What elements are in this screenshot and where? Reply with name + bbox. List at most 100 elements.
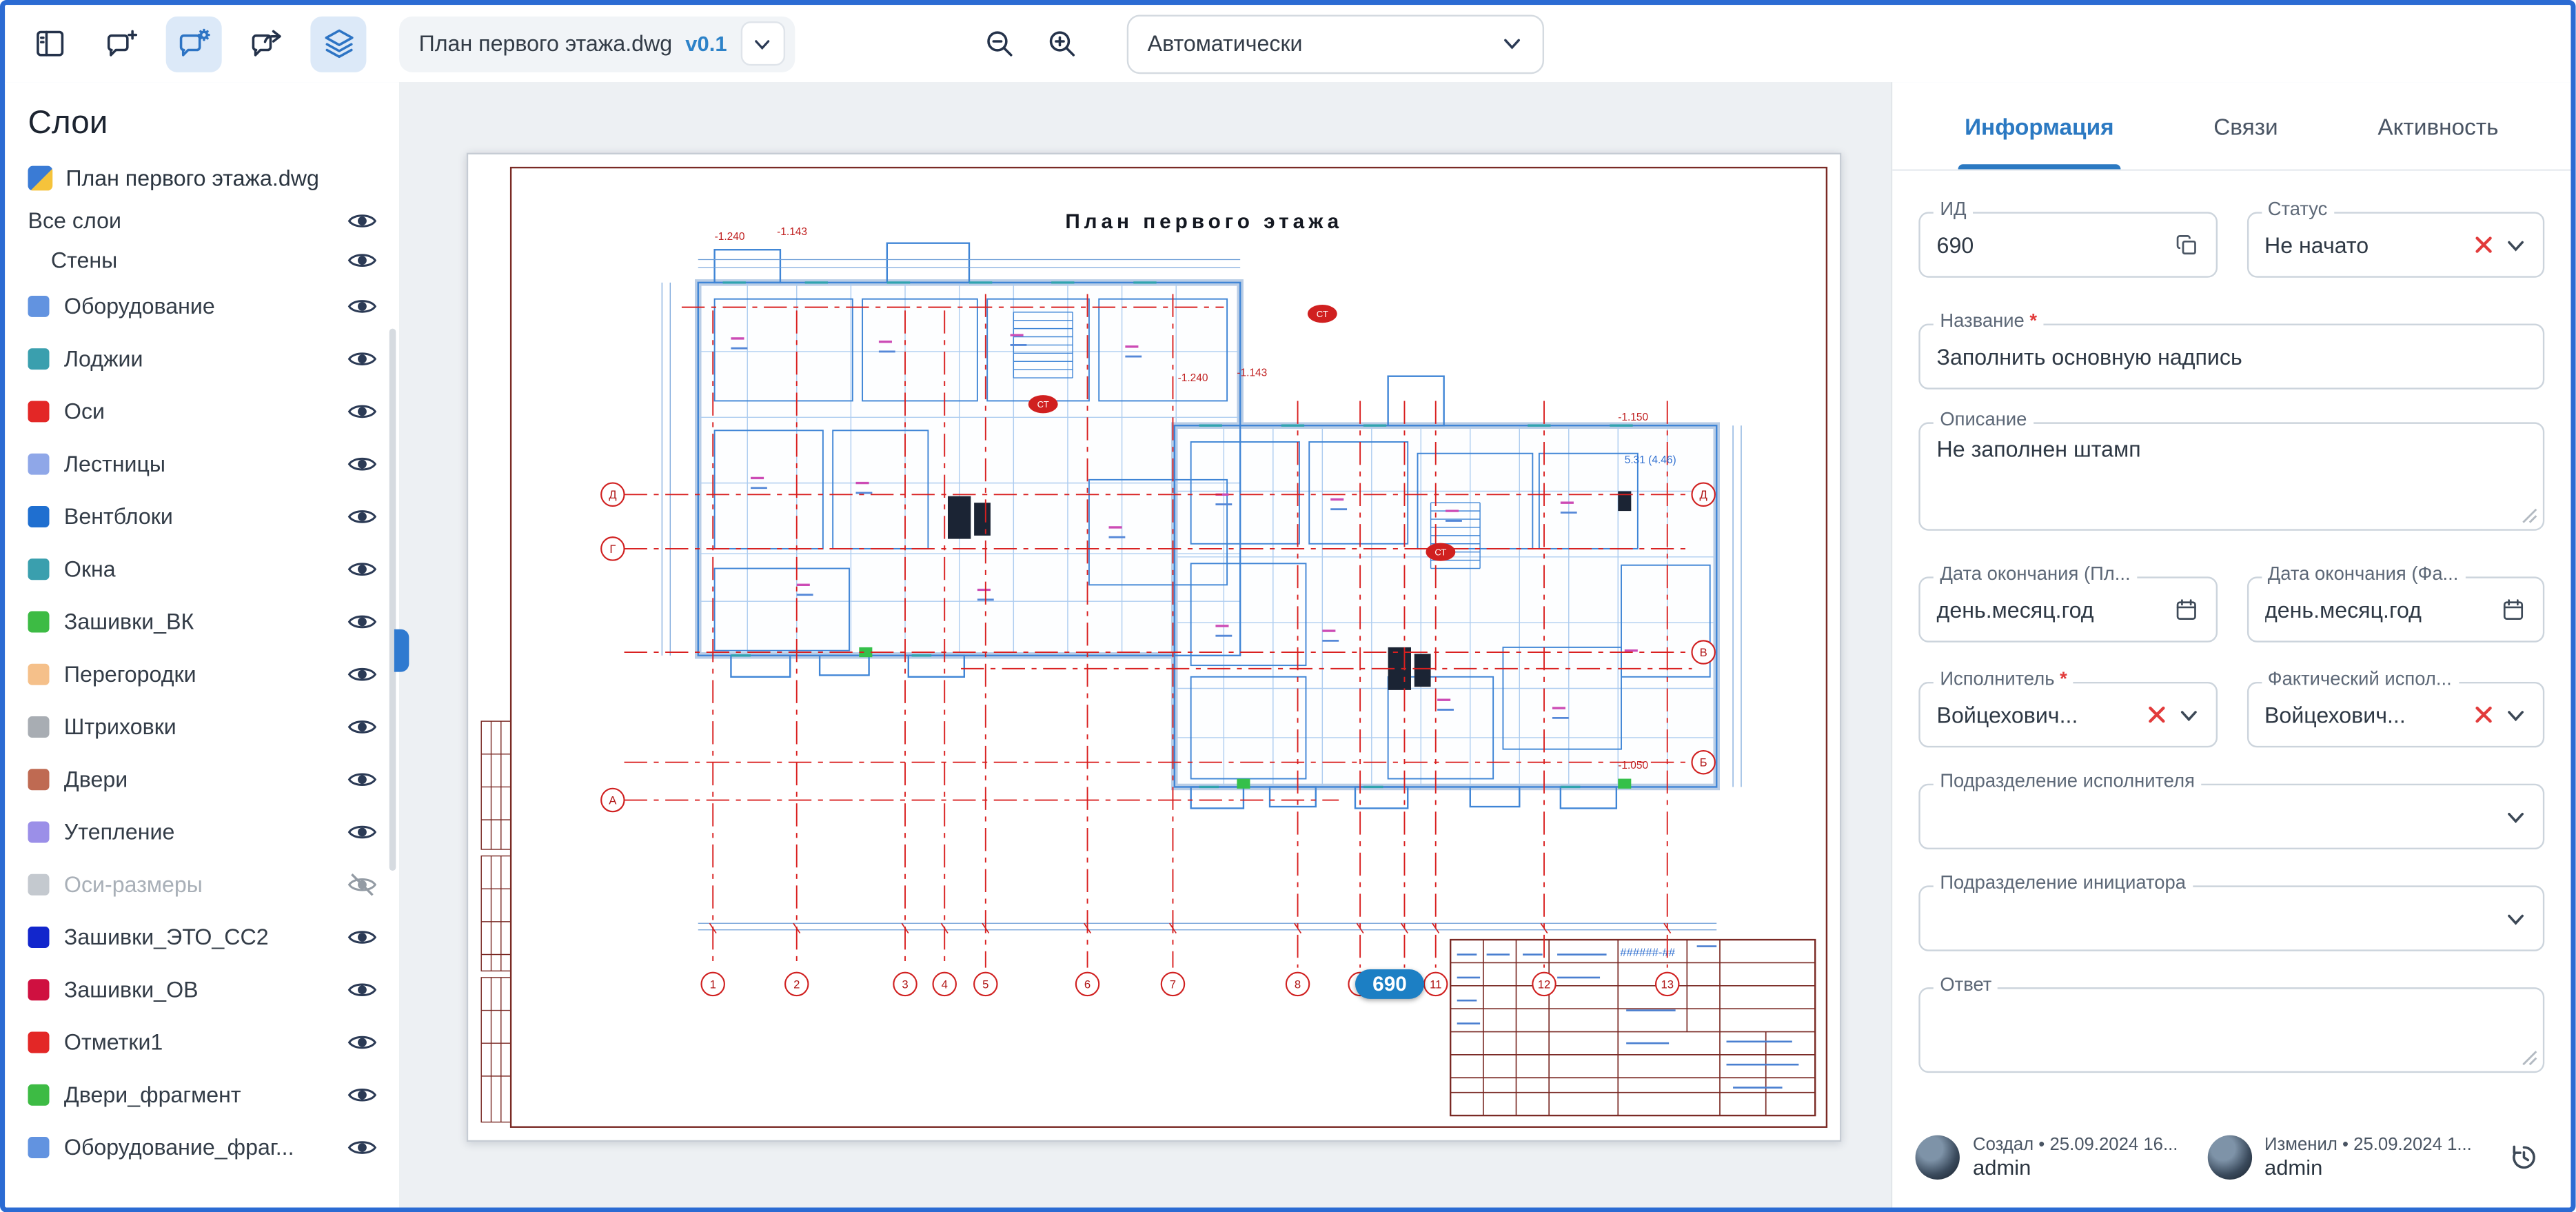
copy-icon[interactable] — [2173, 232, 2199, 258]
visibility-toggle[interactable] — [337, 1078, 386, 1109]
layer-row[interactable]: Зашивки_ОВ — [5, 962, 399, 1015]
visibility-toggle[interactable] — [337, 501, 386, 532]
layer-row[interactable]: Зашивки_ВК — [5, 595, 399, 647]
svg-text:4: 4 — [942, 978, 948, 991]
date-fact-field[interactable]: Дата окончания (Фа... день.месяц.год — [2247, 576, 2545, 642]
svg-text:2: 2 — [793, 978, 800, 991]
tab-links[interactable]: Связи — [2213, 82, 2278, 169]
layers-button[interactable] — [310, 16, 366, 72]
visibility-toggle[interactable] — [337, 1026, 386, 1057]
drawing-canvas[interactable]: ######-## План первого этажа — [399, 82, 1892, 1207]
status-field[interactable]: Статус Не начато — [2247, 212, 2545, 277]
layer-color-swatch — [28, 347, 50, 369]
sidebar-scrollbar[interactable] — [389, 329, 396, 871]
resize-handle-icon[interactable] — [2522, 1050, 2538, 1067]
visibility-toggle[interactable] — [337, 868, 386, 899]
layer-group-all[interactable]: Все слои — [5, 201, 399, 240]
name-field[interactable]: Название Заполнить основную надпись — [1918, 323, 2544, 389]
layer-row[interactable]: Лоджии — [5, 332, 399, 384]
layer-row[interactable]: Лестницы — [5, 437, 399, 489]
dimension-ticks — [709, 923, 1670, 933]
clear-icon[interactable] — [2474, 705, 2494, 725]
chevron-down-icon[interactable] — [2505, 806, 2526, 827]
zoom-out-button[interactable] — [972, 16, 1028, 72]
cad-drawing: ######-## План первого этажа — [468, 154, 1840, 1140]
zoom-mode-select[interactable]: Автоматически — [1126, 14, 1543, 73]
layer-row[interactable]: Вентблоки — [5, 489, 399, 542]
assignee-field[interactable]: Исполнитель Войцехович... — [1918, 682, 2217, 747]
layers-icon — [321, 26, 356, 61]
issue-badge[interactable]: 690 — [1355, 969, 1424, 999]
inspector-tabs: Информация Связи Активность — [1892, 82, 2570, 171]
tab-activity[interactable]: Активность — [2377, 82, 2498, 169]
share-comment-button[interactable] — [239, 16, 294, 72]
visibility-toggle[interactable] — [337, 553, 386, 584]
add-comment-button[interactable] — [94, 16, 150, 72]
eye-icon — [346, 205, 377, 236]
sidebar-collapse-handle[interactable] — [394, 629, 409, 672]
visibility-toggle[interactable] — [337, 290, 386, 321]
layer-row[interactable]: Зашивки_ЭТО_СС2 — [5, 910, 399, 962]
chevron-down-icon[interactable] — [2505, 908, 2526, 929]
svg-text:В: В — [1700, 646, 1707, 659]
layer-row[interactable]: Двери — [5, 752, 399, 805]
created-by: Создал • 25.09.2024 16... admin — [1916, 1134, 2194, 1178]
visibility-toggle[interactable] — [337, 205, 386, 236]
layer-row[interactable]: Перегородки — [5, 647, 399, 700]
visibility-toggle[interactable] — [337, 973, 386, 1004]
calendar-icon[interactable] — [2500, 596, 2526, 623]
dept-init-field[interactable]: Подразделение инициатора — [1918, 885, 2544, 951]
visibility-toggle[interactable] — [337, 763, 386, 794]
visibility-toggle[interactable] — [337, 1131, 386, 1162]
layer-row[interactable]: Окна — [5, 542, 399, 594]
visibility-toggle[interactable] — [337, 816, 386, 847]
svg-text:8: 8 — [1295, 978, 1301, 991]
visibility-toggle[interactable] — [337, 395, 386, 426]
visibility-toggle[interactable] — [337, 658, 386, 689]
layer-row[interactable]: Отметки1 — [5, 1016, 399, 1068]
visibility-toggle[interactable] — [337, 921, 386, 952]
layer-row[interactable]: Двери_фрагмент — [5, 1068, 399, 1120]
calendar-icon[interactable] — [2173, 596, 2199, 623]
tab-information[interactable]: Информация — [1965, 82, 2113, 169]
layer-row[interactable]: Утепление — [5, 805, 399, 858]
clear-icon[interactable] — [2474, 235, 2494, 255]
id-field[interactable]: ИД 690 — [1918, 212, 2217, 277]
zoom-in-icon — [1045, 26, 1079, 61]
chevron-down-icon[interactable] — [740, 21, 784, 65]
layer-row[interactable]: Оси — [5, 385, 399, 437]
layer-group-walls[interactable]: Стены — [5, 240, 399, 279]
layer-row[interactable]: Штриховки — [5, 700, 399, 752]
panel-toggle-button[interactable] — [21, 16, 77, 72]
layer-color-swatch — [28, 926, 50, 947]
file-chip[interactable]: План первого этажа.dwg v0.1 — [399, 16, 794, 72]
assignee-fact-field[interactable]: Фактический испол... Войцехович... — [2247, 682, 2545, 747]
app-window: План первого этажа.dwg v0.1 Автоматическ… — [0, 0, 2576, 1212]
visibility-toggle[interactable] — [337, 605, 386, 636]
svg-text:13: 13 — [1661, 978, 1674, 991]
chevron-down-icon[interactable] — [2178, 704, 2199, 725]
layer-row[interactable]: Оси-размеры — [5, 858, 399, 910]
answer-field[interactable]: Ответ — [1918, 987, 2544, 1073]
file-tree-item[interactable]: План первого этажа.dwg — [5, 156, 399, 200]
drawing-sheet[interactable]: ######-## План первого этажа — [467, 153, 1842, 1142]
zoom-in-button[interactable] — [1034, 16, 1090, 72]
chevron-down-icon[interactable] — [2505, 234, 2526, 256]
history-button[interactable] — [2499, 1132, 2548, 1181]
dept-exec-field[interactable]: Подразделение исполнителя — [1918, 784, 2544, 849]
svg-text:6: 6 — [1084, 978, 1091, 991]
resize-handle-icon[interactable] — [2522, 507, 2538, 524]
description-field[interactable]: Описание Не заполнен штамп — [1918, 422, 2544, 530]
date-plan-field[interactable]: Дата окончания (Пл... день.месяц.год — [1918, 576, 2217, 642]
svg-text:1: 1 — [710, 978, 716, 991]
visibility-toggle[interactable] — [337, 343, 386, 374]
visibility-toggle[interactable] — [337, 711, 386, 742]
eye-icon — [346, 868, 377, 899]
comment-settings-button[interactable] — [166, 16, 222, 72]
visibility-toggle[interactable] — [337, 244, 386, 275]
clear-icon[interactable] — [2146, 705, 2166, 725]
visibility-toggle[interactable] — [337, 447, 386, 478]
chevron-down-icon[interactable] — [2505, 704, 2526, 725]
layer-row[interactable]: Оборудование_фраг... — [5, 1120, 399, 1173]
layer-row[interactable]: Оборудование — [5, 279, 399, 332]
